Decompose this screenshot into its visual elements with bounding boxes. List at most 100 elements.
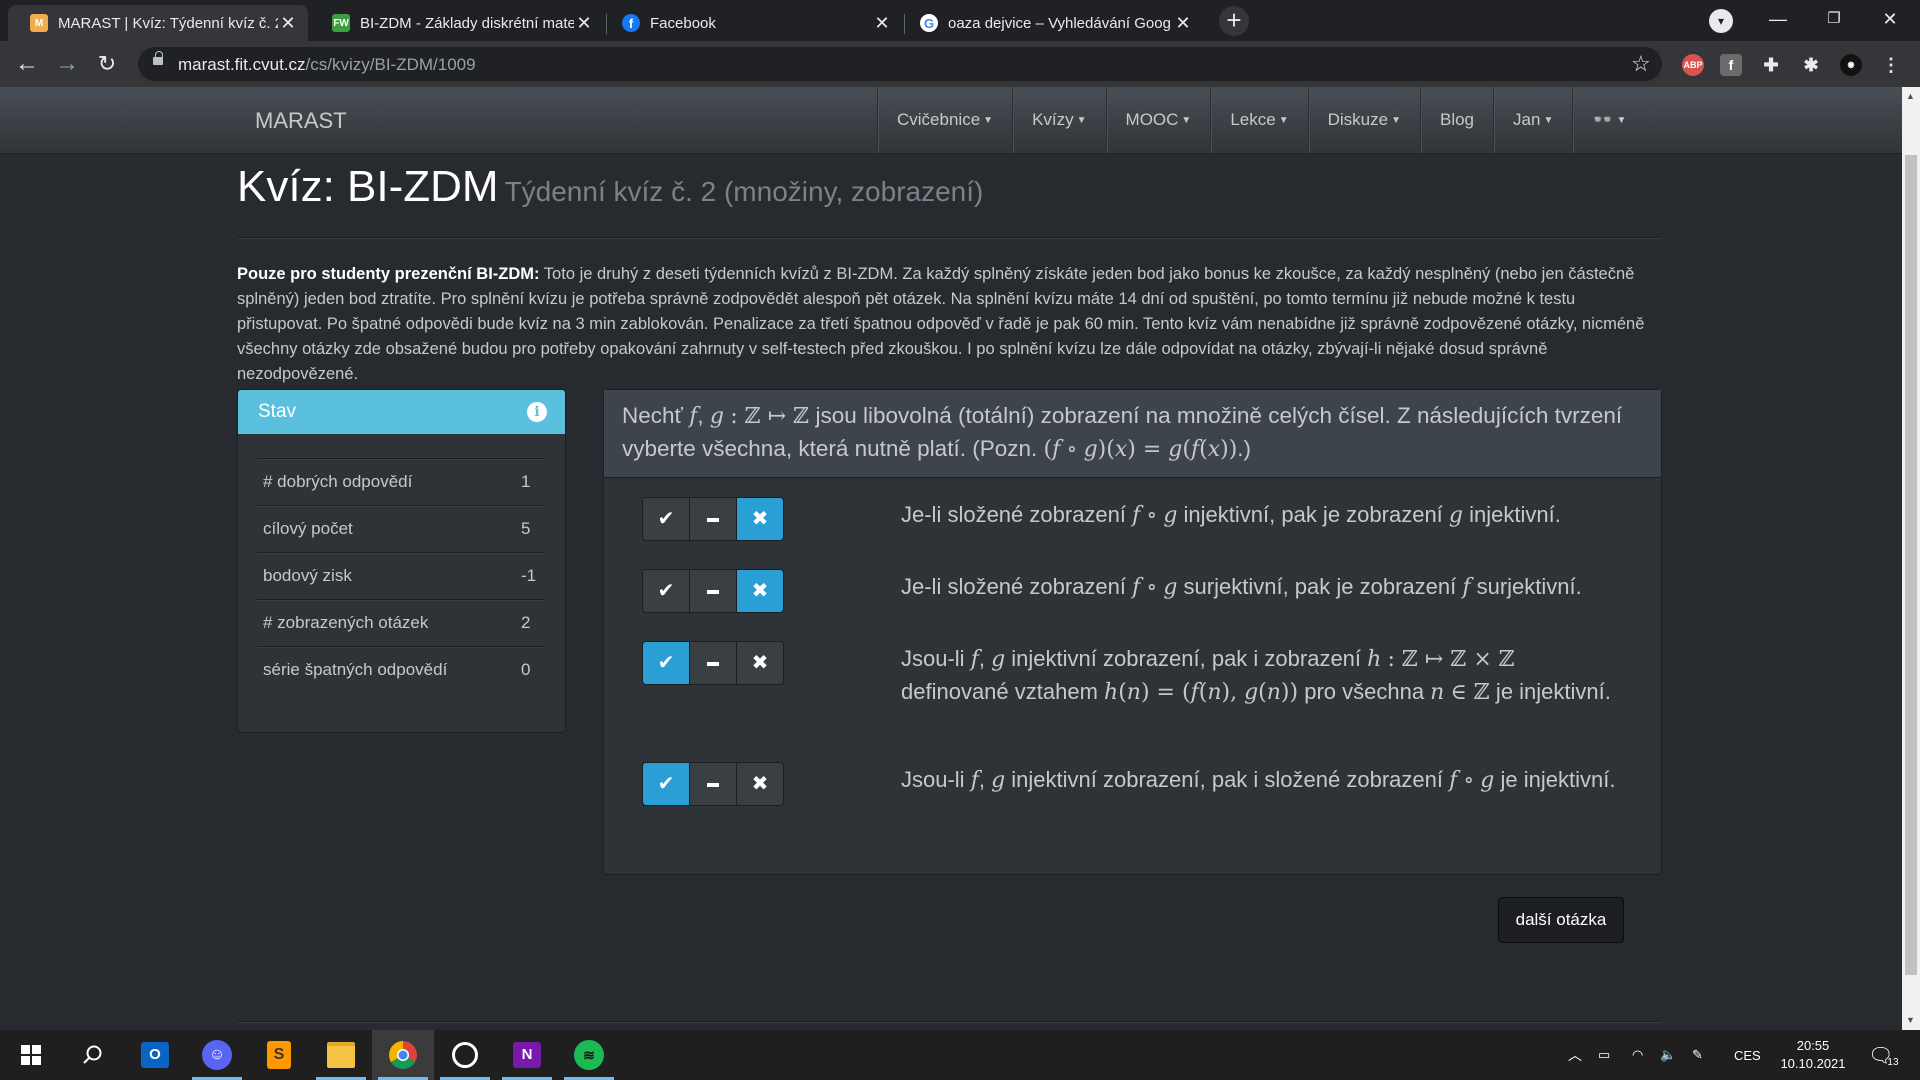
answer-toggle-group: ✔ ✖: [642, 762, 784, 806]
tray-overflow-icon[interactable]: ︿: [1568, 1030, 1582, 1080]
close-tab-icon[interactable]: ✕: [574, 13, 594, 34]
scroll-down-icon[interactable]: ▼: [1906, 1015, 1915, 1025]
status-row-target: cílový počet 5: [257, 505, 545, 552]
status-row-score: bodový zisk -1: [257, 552, 545, 599]
spotify-icon[interactable]: ≋: [558, 1030, 620, 1080]
page-scrollbar[interactable]: ▲ ▼: [1902, 87, 1920, 1030]
tab-search-icon[interactable]: ▾: [1709, 9, 1733, 33]
network-icon[interactable]: ◠: [1632, 1030, 1643, 1080]
status-row-good-answers: # dobrých odpovědí 1: [257, 458, 545, 505]
status-panel-header: Stav i: [238, 390, 565, 434]
file-explorer-icon[interactable]: [310, 1030, 372, 1080]
nav-cvicebnice[interactable]: Cvičebnice ▼: [877, 87, 1012, 153]
battery-icon[interactable]: ▭: [1598, 1030, 1610, 1080]
pen-icon[interactable]: ✎: [1692, 1030, 1703, 1080]
scrollbar-thumb[interactable]: [1905, 155, 1917, 975]
page-subtitle: Týdenní kvíz č. 2 (množiny, zobrazení): [504, 176, 984, 207]
chrome-icon[interactable]: [372, 1030, 434, 1080]
language-indicator[interactable]: CES: [1734, 1030, 1761, 1080]
true-button[interactable]: ✔: [642, 641, 690, 685]
neutral-button[interactable]: [689, 569, 737, 613]
true-button[interactable]: ✔: [642, 569, 690, 613]
divider: [237, 237, 1661, 239]
tab-facebook[interactable]: f Facebook ✕: [600, 5, 902, 41]
google-favicon-icon: G: [920, 14, 938, 32]
fw-favicon-icon: FW: [332, 14, 350, 32]
false-button[interactable]: ✖: [736, 497, 784, 541]
tab-strip: M MARAST | Kvíz: Týdenní kvíz č. 2 ( ✕ F…: [0, 0, 1920, 41]
tab-title: MARAST | Kvíz: Týdenní kvíz č. 2 (: [58, 14, 278, 32]
close-tab-icon[interactable]: ✕: [1173, 13, 1193, 34]
restore-icon[interactable]: ❐: [1806, 0, 1862, 41]
menu-icon[interactable]: ⋮: [1880, 54, 1902, 76]
false-button[interactable]: ✖: [736, 569, 784, 613]
tab-title: oaza dejvice – Vyhledávání Goog: [948, 14, 1171, 32]
page-title: Kvíz: BI-ZDM Týdenní kvíz č. 2 (množiny, …: [237, 162, 984, 211]
forward-icon[interactable]: →: [52, 49, 82, 79]
bookmark-star-icon[interactable]: ☆: [1631, 51, 1651, 77]
answer-text: Jsou-li f, g injektivní zobrazení, pak i…: [901, 767, 1616, 793]
close-tab-icon[interactable]: ✕: [278, 13, 298, 34]
nav-blog[interactable]: Blog: [1419, 87, 1493, 153]
minimize-icon[interactable]: —: [1750, 0, 1806, 41]
tab-bi-zdm[interactable]: FW BI-ZDM - Základy diskrétní mate ✕: [310, 5, 604, 41]
taskbar: O ☺ S N ≋ ︿ ▭ ◠ 🔈 ✎ CES 20:55 10.10.2021…: [0, 1030, 1920, 1080]
profile-avatar[interactable]: ◉: [1840, 54, 1862, 76]
outlook-icon[interactable]: O: [124, 1030, 186, 1080]
notification-center-icon[interactable]: 🗨 13: [1868, 1030, 1899, 1080]
question-text: Nechť f, g : ℤ ↦ ℤ jsou libovolná (totál…: [604, 390, 1661, 478]
onenote-icon[interactable]: N: [496, 1030, 558, 1080]
close-window-icon[interactable]: ✕: [1862, 0, 1918, 41]
glasses-icon: 👓: [1592, 110, 1614, 129]
tab-google[interactable]: G oaza dejvice – Vyhledávání Goog ✕: [898, 5, 1203, 41]
clock[interactable]: 20:55 10.10.2021: [1778, 1030, 1848, 1080]
tab-title: BI-ZDM - Základy diskrétní mate: [360, 14, 574, 32]
nav-user[interactable]: Jan ▼: [1493, 87, 1572, 153]
nav-lekce[interactable]: Lekce ▼: [1210, 87, 1307, 153]
neutral-button[interactable]: [689, 762, 737, 806]
discord-icon[interactable]: ☺: [186, 1030, 248, 1080]
close-tab-icon[interactable]: ✕: [872, 13, 892, 34]
site-navbar: MARAST Cvičebnice ▼ Kvízy ▼ MOOC ▼ Lekce ▼ D…: [0, 87, 1902, 154]
timer-app-icon[interactable]: [434, 1030, 496, 1080]
answer-toggle-group: ✔ ✖: [642, 641, 784, 685]
extensions-icon[interactable]: ✱: [1800, 54, 1822, 76]
nav-kvizy[interactable]: Kvízy ▼: [1012, 87, 1105, 153]
nav-mooc[interactable]: MOOC ▼: [1105, 87, 1211, 153]
reload-icon[interactable]: ↻: [92, 49, 122, 79]
volume-icon[interactable]: 🔈: [1660, 1030, 1676, 1080]
adblock-extension-icon[interactable]: ABP: [1682, 54, 1704, 76]
lock-icon: [153, 51, 163, 65]
search-icon[interactable]: [62, 1030, 124, 1080]
page-content: MARAST Cvičebnice ▼ Kvízy ▼ MOOC ▼ Lekce ▼ D…: [0, 87, 1902, 1030]
nav-glasses-menu[interactable]: 👓 ▼: [1572, 87, 1645, 153]
tab-marast[interactable]: M MARAST | Kvíz: Týdenní kvíz č. 2 ( ✕: [8, 5, 308, 41]
windows-start-icon[interactable]: [0, 1030, 62, 1080]
new-tab-button[interactable]: +: [1219, 6, 1249, 36]
address-bar[interactable]: marast.fit.cvut.cz/cs/kvizy/BI-ZDM/1009 …: [138, 47, 1662, 81]
facebook-extension-icon[interactable]: f: [1720, 54, 1742, 76]
status-panel: Stav i # dobrých odpovědí 1 cílový počet 5…: [237, 389, 566, 733]
scroll-up-icon[interactable]: ▲: [1906, 91, 1915, 101]
info-icon[interactable]: i: [527, 402, 547, 422]
false-button[interactable]: ✖: [736, 641, 784, 685]
true-button[interactable]: ✔: [642, 762, 690, 806]
nav-diskuze[interactable]: Diskuze ▼: [1307, 87, 1420, 153]
answer-text: Je-li složené zobrazení f ∘ g injektivní…: [901, 502, 1561, 528]
answer-text: Je-li složené zobrazení f ∘ g surjektivn…: [901, 574, 1582, 600]
back-icon[interactable]: ←: [12, 49, 42, 79]
neutral-button[interactable]: [689, 641, 737, 685]
next-question-button[interactable]: další otázka: [1498, 897, 1624, 943]
brand-logo[interactable]: MARAST: [255, 108, 347, 134]
browser-toolbar: ← → ↻ marast.fit.cvut.cz/cs/kvizy/BI-ZDM…: [0, 41, 1920, 87]
sublime-text-icon[interactable]: S: [248, 1030, 310, 1080]
facebook-favicon-icon: f: [622, 14, 640, 32]
neutral-button[interactable]: [689, 497, 737, 541]
true-button[interactable]: ✔: [642, 497, 690, 541]
question-panel: Nechť f, g : ℤ ↦ ℤ jsou libovolná (totál…: [603, 389, 1662, 875]
answer-toggle-group: ✔ ✖: [642, 569, 784, 613]
puzzle-extension-icon[interactable]: ✚: [1760, 54, 1782, 76]
status-row-wrong-streak: série špatných odpovědí 0: [257, 646, 545, 693]
status-row-shown-questions: # zobrazených otázek 2: [257, 599, 545, 646]
false-button[interactable]: ✖: [736, 762, 784, 806]
